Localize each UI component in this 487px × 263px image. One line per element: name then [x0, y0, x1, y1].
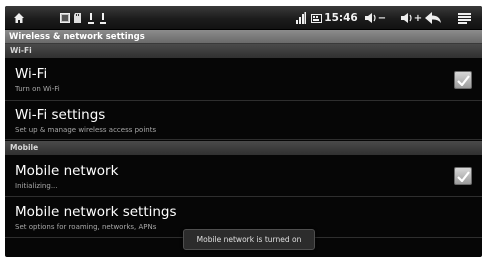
mobile-network-checkbox[interactable]: [454, 167, 472, 185]
status-bar: 15:46 − +: [5, 6, 482, 30]
clock: 15:46: [324, 12, 358, 24]
menu-icon[interactable]: [455, 6, 473, 30]
row-title: Mobile network: [15, 163, 119, 179]
page-title: Wireless & network settings: [5, 30, 482, 44]
wifi-checkbox[interactable]: [454, 71, 472, 89]
row-subtitle: Set up & manage wireless access points: [15, 126, 157, 134]
wifi-settings-row[interactable]: Wi-Fi settings Set up & manage wireless …: [5, 102, 482, 140]
sim-card-icon: [295, 6, 307, 30]
warning-icon: [99, 6, 107, 30]
row-subtitle: Turn on Wi-Fi: [15, 85, 60, 93]
row-subtitle: Set options for roaming, networks, APNs: [15, 223, 157, 231]
row-title: Wi-Fi settings: [15, 107, 106, 123]
keyboard-icon: [310, 6, 322, 30]
android-screen: 15:46 − + Wireless & network settings Wi…: [5, 6, 482, 257]
volume-down-button[interactable]: −: [362, 6, 388, 30]
row-title: Wi-Fi: [15, 66, 48, 82]
check-icon: [456, 170, 470, 182]
section-header-mobile: Mobile: [5, 141, 482, 155]
warning-icon: [87, 6, 95, 30]
back-icon[interactable]: [421, 6, 445, 30]
row-title: Mobile network settings: [15, 204, 177, 220]
toast-message: Mobile network is turned on: [183, 229, 315, 250]
check-icon: [456, 74, 470, 86]
volume-down-label: −: [377, 12, 387, 24]
volume-down-icon: [364, 12, 378, 24]
mobile-network-toggle-row[interactable]: Mobile network Initializing...: [5, 155, 482, 197]
section-header-wifi: Wi-Fi: [5, 44, 482, 58]
sd-card-icon: [73, 6, 83, 30]
volume-up-icon: [400, 12, 414, 24]
row-subtitle: Initializing...: [15, 182, 58, 190]
gallery-notification-icon: [59, 6, 71, 30]
wifi-toggle-row[interactable]: Wi-Fi Turn on Wi-Fi: [5, 58, 482, 101]
home-icon[interactable]: [11, 6, 27, 30]
